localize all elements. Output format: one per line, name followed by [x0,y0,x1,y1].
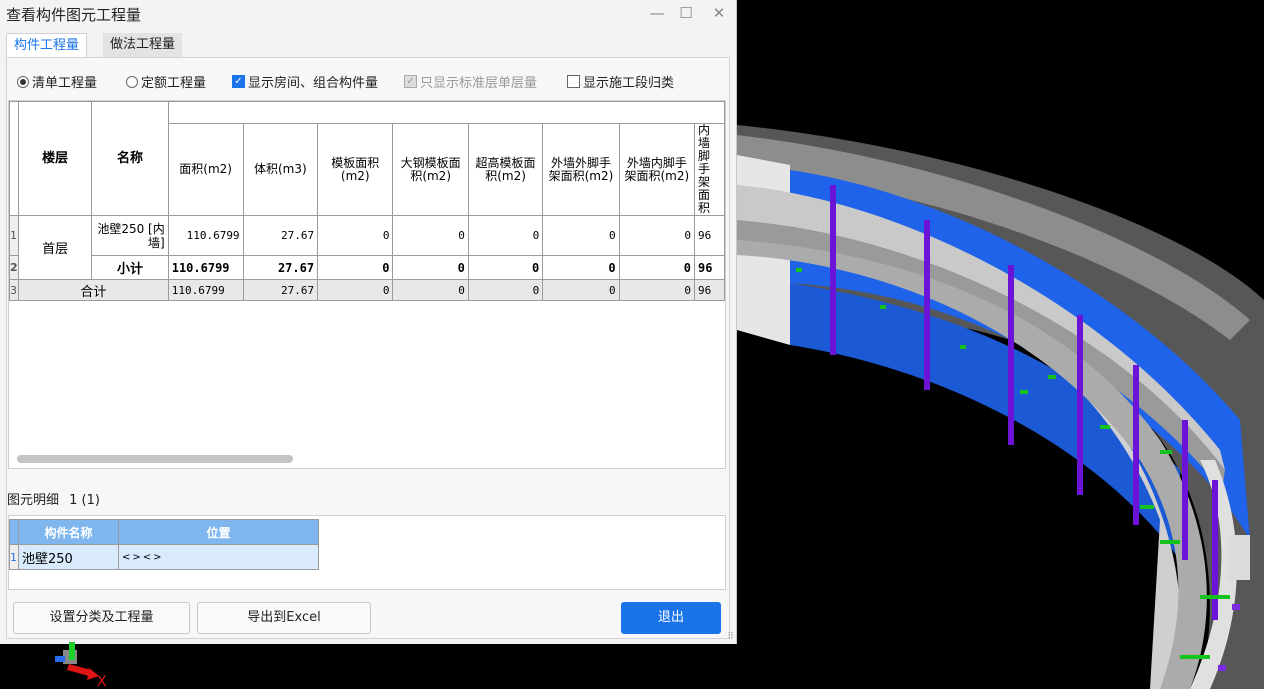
header-name[interactable]: 名称 [91,101,169,216]
detail-component-name: 池壁250 [18,544,119,570]
radio-quota-label: 定额工程量 [141,76,207,91]
detail-grid[interactable]: 构件名称 位置 1 池壁250 <><> [8,515,726,590]
detail-label: 图元明细 1 (1) [7,489,100,508]
row-number: 1 [9,544,19,570]
cell-ext-outer: 0 [542,255,620,280]
cell-volume: 27.67 [242,215,319,256]
check-icon[interactable]: ✓ [232,75,245,88]
cell-area: 110.6799 [167,279,244,301]
quantity-grid[interactable]: 楼层 名称 面积(m2) 体积(m3) 模板面积(m2) 大钢模板面积(m2) … [8,100,726,469]
row-number: 3 [9,279,19,301]
radio-quota-quantity[interactable]: 定额工程量 [126,72,206,91]
detail-title: 图元明细 [7,493,60,508]
cell-ext-outer: 0 [542,279,620,301]
header-formwork-area[interactable]: 模板面积(m2) [317,123,394,216]
minimize-button[interactable]: — [645,4,669,22]
checkbox-show-rooms[interactable]: ✓ 显示房间、组合构件量 [232,72,378,91]
cell-formwork: 0 [317,255,394,280]
radio-list-label: 清单工程量 [32,76,98,91]
axis-x-label: X [97,674,107,689]
cell-steel-formwork: 0 [392,215,469,256]
header-area[interactable]: 面积(m2) [167,123,244,216]
show-rooms-label: 显示房间、组合构件量 [248,76,379,91]
header-high-formwork[interactable]: 超高模板面积(m2) [467,123,544,216]
header-volume[interactable]: 体积(m3) [242,123,319,216]
cell-high-formwork: 0 [467,279,544,301]
export-excel-button[interactable]: 导出到Excel [197,602,371,634]
cell-steel-formwork: 0 [392,255,469,280]
floor-cell: 首层 [17,215,93,280]
cell-ext-inner: 0 [618,255,696,280]
cell-high-formwork: 0 [467,255,544,280]
detail-position: <><> [118,544,319,570]
check-icon[interactable]: ✓ [404,75,417,88]
show-stages-label: 显示施工段归类 [583,76,675,91]
table-row[interactable]: 3 合计 110.6799 27.67 0 0 0 0 0 96 [9,279,725,301]
subtotal-label: 小计 [91,255,169,280]
header-steel-formwork[interactable]: 大钢模板面积(m2) [392,123,469,216]
tab-method-quantity[interactable]: 做法工程量 [103,33,183,57]
header-int-scaffold[interactable]: 内墙脚手架面积 [694,123,725,216]
close-button[interactable]: ✕ [707,4,731,22]
resize-grip-icon[interactable]: ⠿ [727,632,734,642]
checkbox-show-stages[interactable]: 显示施工段归类 [567,72,674,91]
cell-ext-inner: 0 [618,279,696,301]
row-number: 2 [9,255,19,280]
cell-volume: 27.67 [242,279,319,301]
cell-formwork: 0 [317,279,394,301]
quantity-table: 楼层 名称 面积(m2) 体积(m3) 模板面积(m2) 大钢模板面积(m2) … [9,101,725,301]
checkbox-std-floor-only[interactable]: ✓ 只显示标准层单层量 [404,72,537,91]
maximize-button[interactable]: ☐ [674,4,698,22]
cell-area: 110.6799 [167,255,244,280]
cell-steel-formwork: 0 [392,279,469,301]
axis-gizmo: X [55,642,107,689]
cell-int-scaffold: 96 [694,255,725,280]
settings-button[interactable]: 设置分类及工程量 [13,602,190,634]
radio-list-quantity[interactable]: 清单工程量 [17,72,97,91]
detail-count: 1 (1) [69,493,100,508]
row-number: 1 [9,215,19,256]
table-row[interactable]: 1 池壁250 <><> [9,544,319,570]
radio-quota-dot[interactable] [126,75,138,88]
tab-component-quantity[interactable]: 构件工程量 [6,33,88,57]
detail-header-position[interactable]: 位置 [118,519,319,545]
std-floor-label: 只显示标准层单层量 [420,76,538,91]
cell-int-scaffold: 96 [694,279,725,301]
table-row[interactable]: 1 首层 池壁250 [内墙] 110.6799 27.67 0 0 0 0 0… [9,215,725,280]
table-row[interactable]: 2 小计 110.6799 27.67 0 0 0 0 0 96 [9,255,725,280]
checkbox-empty-icon[interactable] [567,75,580,88]
cell-area: 110.6799 [167,215,244,256]
header-floor[interactable]: 楼层 [17,101,93,216]
cell-ext-inner: 0 [618,215,696,256]
exit-button[interactable]: 退出 [621,602,721,634]
total-label: 合计 [17,279,169,301]
quantity-dialog: 查看构件图元工程量 — ☐ ✕ 构件工程量 做法工程量 清单工程量 定额工程量 … [0,0,737,644]
horizontal-scrollbar[interactable] [17,455,293,463]
cell-int-scaffold: 96 [694,215,725,256]
cell-high-formwork: 0 [467,215,544,256]
header-ext-outer-scaffold[interactable]: 外墙外脚手架面积(m2) [542,123,620,216]
radio-list-dot[interactable] [17,75,29,88]
detail-table: 构件名称 位置 1 池壁250 <><> [9,519,319,570]
dialog-title: 查看构件图元工程量 [6,6,142,24]
detail-header-name[interactable]: 构件名称 [18,519,119,545]
name-cell: 池壁250 [内墙] [91,215,169,256]
header-ext-inner-scaffold[interactable]: 外墙内脚手架面积(m2) [618,123,696,216]
cell-volume: 27.67 [242,255,319,280]
cell-formwork: 0 [317,215,394,256]
cell-ext-outer: 0 [542,215,620,256]
